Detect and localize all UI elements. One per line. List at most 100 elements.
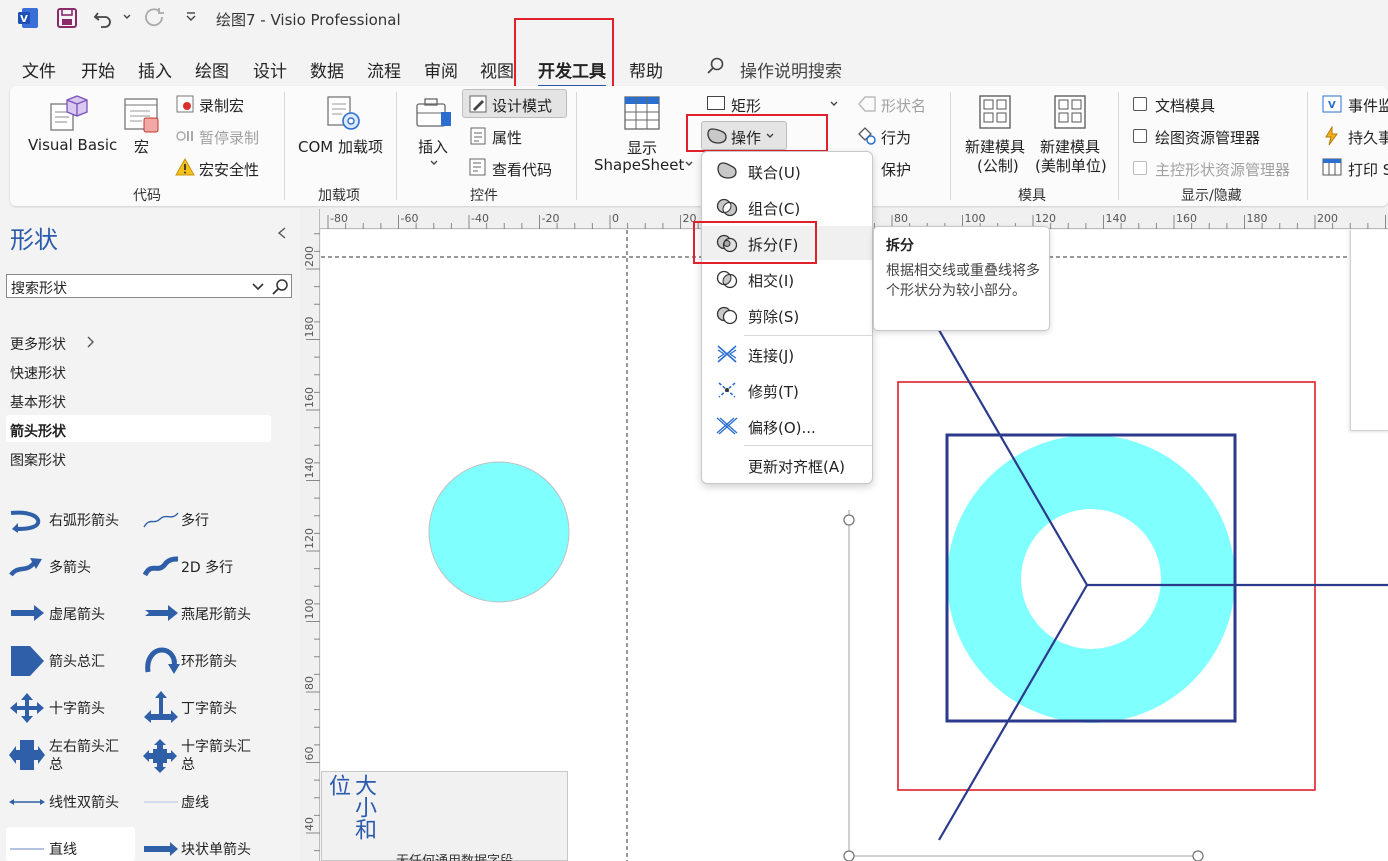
tab-help[interactable]: 帮助: [629, 57, 663, 82]
protection-button[interactable]: 保护: [881, 159, 911, 180]
show-shapesheet-label-2[interactable]: ShapeSheet: [594, 156, 684, 174]
rectangle-button[interactable]: 矩形: [731, 95, 761, 116]
undo-dropdown-icon[interactable]: [122, 12, 132, 22]
view-code-button[interactable]: 查看代码: [492, 159, 552, 180]
macros-button[interactable]: 宏: [134, 136, 149, 157]
new-stencil-metric-label-1[interactable]: 新建模具: [965, 136, 1025, 157]
macro-security-button[interactable]: 宏安全性: [199, 159, 259, 180]
shape-item[interactable]: 虚线: [181, 794, 209, 812]
shape-item[interactable]: 多箭头: [49, 559, 91, 577]
document-stencil-checkbox[interactable]: [1133, 97, 1147, 111]
menu-item-offset[interactable]: 偏移(O)...: [702, 409, 872, 443]
multi-arrow-icon[interactable]: [8, 555, 46, 579]
menu-item-update-alignment-box[interactable]: 更新对齐框(A): [702, 448, 872, 482]
linear-double-arrow-icon[interactable]: [8, 795, 46, 809]
show-shapesheet-label-1[interactable]: 显示: [627, 137, 657, 158]
menu-item-intersect[interactable]: 相交(I): [702, 262, 872, 296]
properties-button[interactable]: 属性: [492, 127, 522, 148]
cyan-circle-shape[interactable]: [428, 461, 570, 603]
tab-data[interactable]: 数据: [310, 57, 344, 82]
tab-file[interactable]: 文件: [22, 57, 56, 82]
chevron-down-icon[interactable]: [251, 281, 265, 293]
menu-item-trim[interactable]: 修剪(T): [702, 373, 872, 407]
dashed-line-icon[interactable]: [142, 795, 180, 809]
tab-home[interactable]: 开始: [81, 57, 115, 82]
curved-arrow-right-icon[interactable]: [8, 509, 46, 533]
event-monitor-button[interactable]: 事件监: [1348, 95, 1388, 116]
vertical-ruler[interactable]: 200 180 160 140 120 100 80 60 40: [300, 209, 320, 861]
quad-arrow-icon[interactable]: [8, 692, 46, 724]
menu-item-join[interactable]: 连接(J): [702, 337, 872, 371]
t-arrow-icon[interactable]: [142, 690, 180, 724]
tab-view[interactable]: 视图: [480, 57, 514, 82]
selection-handle[interactable]: [1192, 850, 1204, 861]
menu-separator: [744, 445, 872, 446]
com-addins-button[interactable]: COM 加载项: [298, 136, 383, 157]
record-macro-button[interactable]: 录制宏: [199, 95, 244, 116]
customize-qat-icon[interactable]: [184, 10, 198, 24]
new-stencil-us-label-1[interactable]: 新建模具: [1040, 136, 1100, 157]
shapesheet-dropdown-icon[interactable]: [684, 159, 694, 169]
persistent-events-button[interactable]: 持久事: [1348, 127, 1388, 148]
menu-item-subtract[interactable]: 剪除(S): [702, 298, 872, 332]
behavior-button[interactable]: 行为: [881, 127, 911, 148]
shape-item[interactable]: 箭头总汇: [49, 653, 105, 671]
left-right-arrow-callout-icon[interactable]: [8, 738, 46, 772]
selection-handle[interactable]: [843, 850, 855, 861]
quad-arrow-callout-icon[interactable]: [142, 738, 178, 774]
shape-item[interactable]: 十字箭头: [49, 700, 105, 718]
tab-draw[interactable]: 绘图: [195, 57, 229, 82]
polyline-icon[interactable]: [142, 509, 180, 531]
tab-review[interactable]: 审阅: [424, 57, 458, 82]
new-stencil-us-label-2[interactable]: (美制单位): [1035, 155, 1107, 176]
collapse-pane-icon[interactable]: [276, 226, 288, 240]
menu-item-combine[interactable]: 组合(C): [702, 190, 872, 224]
pattern-shapes-link[interactable]: 图案形状: [10, 450, 66, 470]
undo-icon[interactable]: [92, 7, 114, 29]
shape-item[interactable]: 2D 多行: [181, 559, 233, 577]
drawing-explorer-checkbox[interactable]: [1133, 129, 1147, 143]
shape-item[interactable]: 块状单箭头: [181, 841, 251, 859]
save-icon[interactable]: [56, 7, 78, 29]
insert-control-icon: [416, 98, 451, 127]
visual-basic-button[interactable]: Visual Basic: [28, 136, 117, 154]
shape-item[interactable]: 十字箭头汇总: [181, 738, 261, 774]
print-shapesheet-button[interactable]: 打印 S: [1348, 159, 1388, 180]
ribbon-separator: [1307, 92, 1308, 200]
shape-item[interactable]: 多行: [181, 512, 209, 530]
shape-item[interactable]: 丁字箭头: [181, 700, 237, 718]
arrow-shapes-link[interactable]: 箭头形状: [10, 421, 66, 441]
2d-polyline-icon[interactable]: [142, 555, 180, 579]
menu-item-union[interactable]: 联合(U): [702, 154, 872, 188]
swallowtail-arrow-icon[interactable]: [142, 603, 180, 623]
straight-line-icon[interactable]: [8, 842, 46, 856]
rectangle-dropdown-icon[interactable]: [829, 99, 839, 109]
tab-insert[interactable]: 插入: [138, 57, 172, 82]
redo-icon[interactable]: [144, 7, 166, 29]
basic-shapes-link[interactable]: 基本形状: [10, 392, 66, 412]
quick-shapes-link[interactable]: 快速形状: [10, 363, 66, 383]
shape-search-input[interactable]: 搜索形状: [11, 278, 67, 298]
shape-item[interactable]: 右弧形箭头: [49, 512, 119, 530]
search-icon[interactable]: [270, 277, 290, 297]
tell-me-search[interactable]: 操作说明搜索: [740, 57, 842, 82]
shape-item[interactable]: 直线: [49, 841, 77, 859]
cyan-ring-shape[interactable]: [947, 435, 1235, 723]
shape-item[interactable]: 左右箭头汇总: [49, 738, 129, 774]
circular-arrow-icon[interactable]: [142, 646, 180, 676]
shape-search-box[interactable]: 搜索形状: [6, 274, 292, 298]
insert-control-button[interactable]: 插入: [418, 136, 448, 157]
pentagon-arrow-icon[interactable]: [8, 644, 46, 678]
shape-item[interactable]: 燕尾形箭头: [181, 606, 251, 624]
tab-design[interactable]: 设计: [253, 57, 287, 82]
shape-item[interactable]: 环形箭头: [181, 653, 237, 671]
block-arrow-icon[interactable]: [142, 840, 180, 858]
new-stencil-metric-label-2[interactable]: (公制): [977, 155, 1019, 176]
tab-process[interactable]: 流程: [367, 57, 401, 82]
more-shapes-link[interactable]: 更多形状: [10, 334, 66, 354]
insert-dropdown-icon[interactable]: [429, 158, 439, 168]
selection-handle[interactable]: [843, 514, 855, 526]
notched-arrow-icon[interactable]: [8, 603, 46, 623]
shape-item[interactable]: 虚尾箭头: [49, 606, 105, 624]
shape-item[interactable]: 线性双箭头: [49, 794, 119, 812]
